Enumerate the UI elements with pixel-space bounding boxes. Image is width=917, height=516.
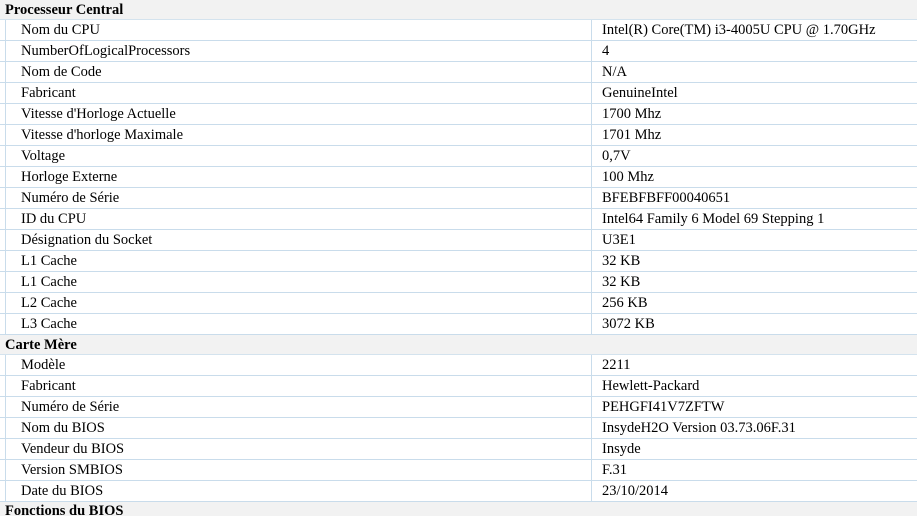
row-value: Intel(R) Core(TM) i3-4005U CPU @ 1.70GHz bbox=[602, 22, 876, 38]
row-value: 32 KB bbox=[602, 274, 641, 290]
row-value: GenuineIntel bbox=[602, 85, 678, 101]
table-row: ID du CPU Intel64 Family 6 Model 69 Step… bbox=[0, 209, 917, 230]
table-row: Numéro de Série BFEBFBFF00040651 bbox=[0, 188, 917, 209]
row-label: Numéro de Série bbox=[5, 397, 592, 417]
row-value: U3E1 bbox=[602, 232, 636, 248]
row-label: L3 Cache bbox=[5, 314, 592, 334]
row-label: NumberOfLogicalProcessors bbox=[5, 41, 592, 61]
table-row: Voltage 0,7V bbox=[0, 146, 917, 167]
table-row: L1 Cache 32 KB bbox=[0, 272, 917, 293]
row-label: Nom de Code bbox=[5, 62, 592, 82]
section-header: Fonctions du BIOS bbox=[0, 502, 917, 516]
row-label: Modèle bbox=[5, 355, 592, 375]
row-value: 256 KB bbox=[602, 295, 648, 311]
row-label: Fabricant bbox=[5, 376, 592, 396]
row-label: L2 Cache bbox=[5, 293, 592, 313]
row-label: Numéro de Série bbox=[5, 188, 592, 208]
row-label: Voltage bbox=[5, 146, 592, 166]
table-row: Désignation du Socket U3E1 bbox=[0, 230, 917, 251]
row-label: Vitesse d'horloge Maximale bbox=[5, 125, 592, 145]
row-value: 23/10/2014 bbox=[602, 483, 669, 499]
row-value: InsydeH2O Version 03.73.06F.31 bbox=[602, 420, 796, 436]
table-row: Nom du CPU Intel(R) Core(TM) i3-4005U CP… bbox=[0, 20, 917, 41]
table-row: Vitesse d'horloge Maximale 1701 Mhz bbox=[0, 125, 917, 146]
row-label: Nom du BIOS bbox=[5, 418, 592, 438]
row-value: PEHGFI41V7ZFTW bbox=[602, 399, 725, 415]
row-value: 4 bbox=[602, 43, 610, 59]
row-label: L1 Cache bbox=[5, 272, 592, 292]
row-value: 2211 bbox=[602, 357, 631, 373]
row-label: L1 Cache bbox=[5, 251, 592, 271]
table-row: Numéro de Série PEHGFI41V7ZFTW bbox=[0, 397, 917, 418]
row-value: Hewlett-Packard bbox=[602, 378, 700, 394]
row-value: 32 KB bbox=[602, 253, 641, 269]
row-label: Nom du CPU bbox=[5, 20, 592, 40]
row-value: N/A bbox=[602, 64, 627, 80]
row-label: Fabricant bbox=[5, 83, 592, 103]
row-label: Version SMBIOS bbox=[5, 460, 592, 480]
row-label: Vendeur du BIOS bbox=[5, 439, 592, 459]
row-value: 0,7V bbox=[602, 148, 631, 164]
row-value: Insyde bbox=[602, 441, 641, 457]
row-value: 1701 Mhz bbox=[602, 127, 662, 143]
section-header: Processeur Central bbox=[0, 0, 917, 20]
section-motherboard: Carte Mère Modèle 2211 Fabricant Hewlett… bbox=[0, 335, 917, 502]
table-row: Fabricant Hewlett-Packard bbox=[0, 376, 917, 397]
row-value: 1700 Mhz bbox=[602, 106, 662, 122]
row-label: Date du BIOS bbox=[5, 481, 592, 501]
section-header: Carte Mère bbox=[0, 335, 917, 355]
table-row: L3 Cache 3072 KB bbox=[0, 314, 917, 335]
table-row: L2 Cache 256 KB bbox=[0, 293, 917, 314]
table-row: Vitesse d'Horloge Actuelle 1700 Mhz bbox=[0, 104, 917, 125]
row-label: ID du CPU bbox=[5, 209, 592, 229]
row-value: BFEBFBFF00040651 bbox=[602, 190, 731, 206]
table-row: NumberOfLogicalProcessors 4 bbox=[0, 41, 917, 62]
table-row: L1 Cache 32 KB bbox=[0, 251, 917, 272]
system-info-report: Processeur Central Nom du CPU Intel(R) C… bbox=[0, 0, 917, 516]
section-cpu: Processeur Central Nom du CPU Intel(R) C… bbox=[0, 0, 917, 335]
row-value: F.31 bbox=[602, 462, 628, 478]
row-value: Intel64 Family 6 Model 69 Stepping 1 bbox=[602, 211, 825, 227]
table-row: Horloge Externe 100 Mhz bbox=[0, 167, 917, 188]
row-label: Désignation du Socket bbox=[5, 230, 592, 250]
table-row: Fabricant GenuineIntel bbox=[0, 83, 917, 104]
table-row: Date du BIOS 23/10/2014 bbox=[0, 481, 917, 502]
row-label: Horloge Externe bbox=[5, 167, 592, 187]
row-value: 100 Mhz bbox=[602, 169, 654, 185]
table-row: Version SMBIOS F.31 bbox=[0, 460, 917, 481]
table-row: Nom de Code N/A bbox=[0, 62, 917, 83]
row-value: 3072 KB bbox=[602, 316, 655, 332]
row-label: Vitesse d'Horloge Actuelle bbox=[5, 104, 592, 124]
table-row: Vendeur du BIOS Insyde bbox=[0, 439, 917, 460]
table-row: Modèle 2211 bbox=[0, 355, 917, 376]
table-row: Nom du BIOS InsydeH2O Version 03.73.06F.… bbox=[0, 418, 917, 439]
section-bios-functions: Fonctions du BIOS bbox=[0, 502, 917, 516]
